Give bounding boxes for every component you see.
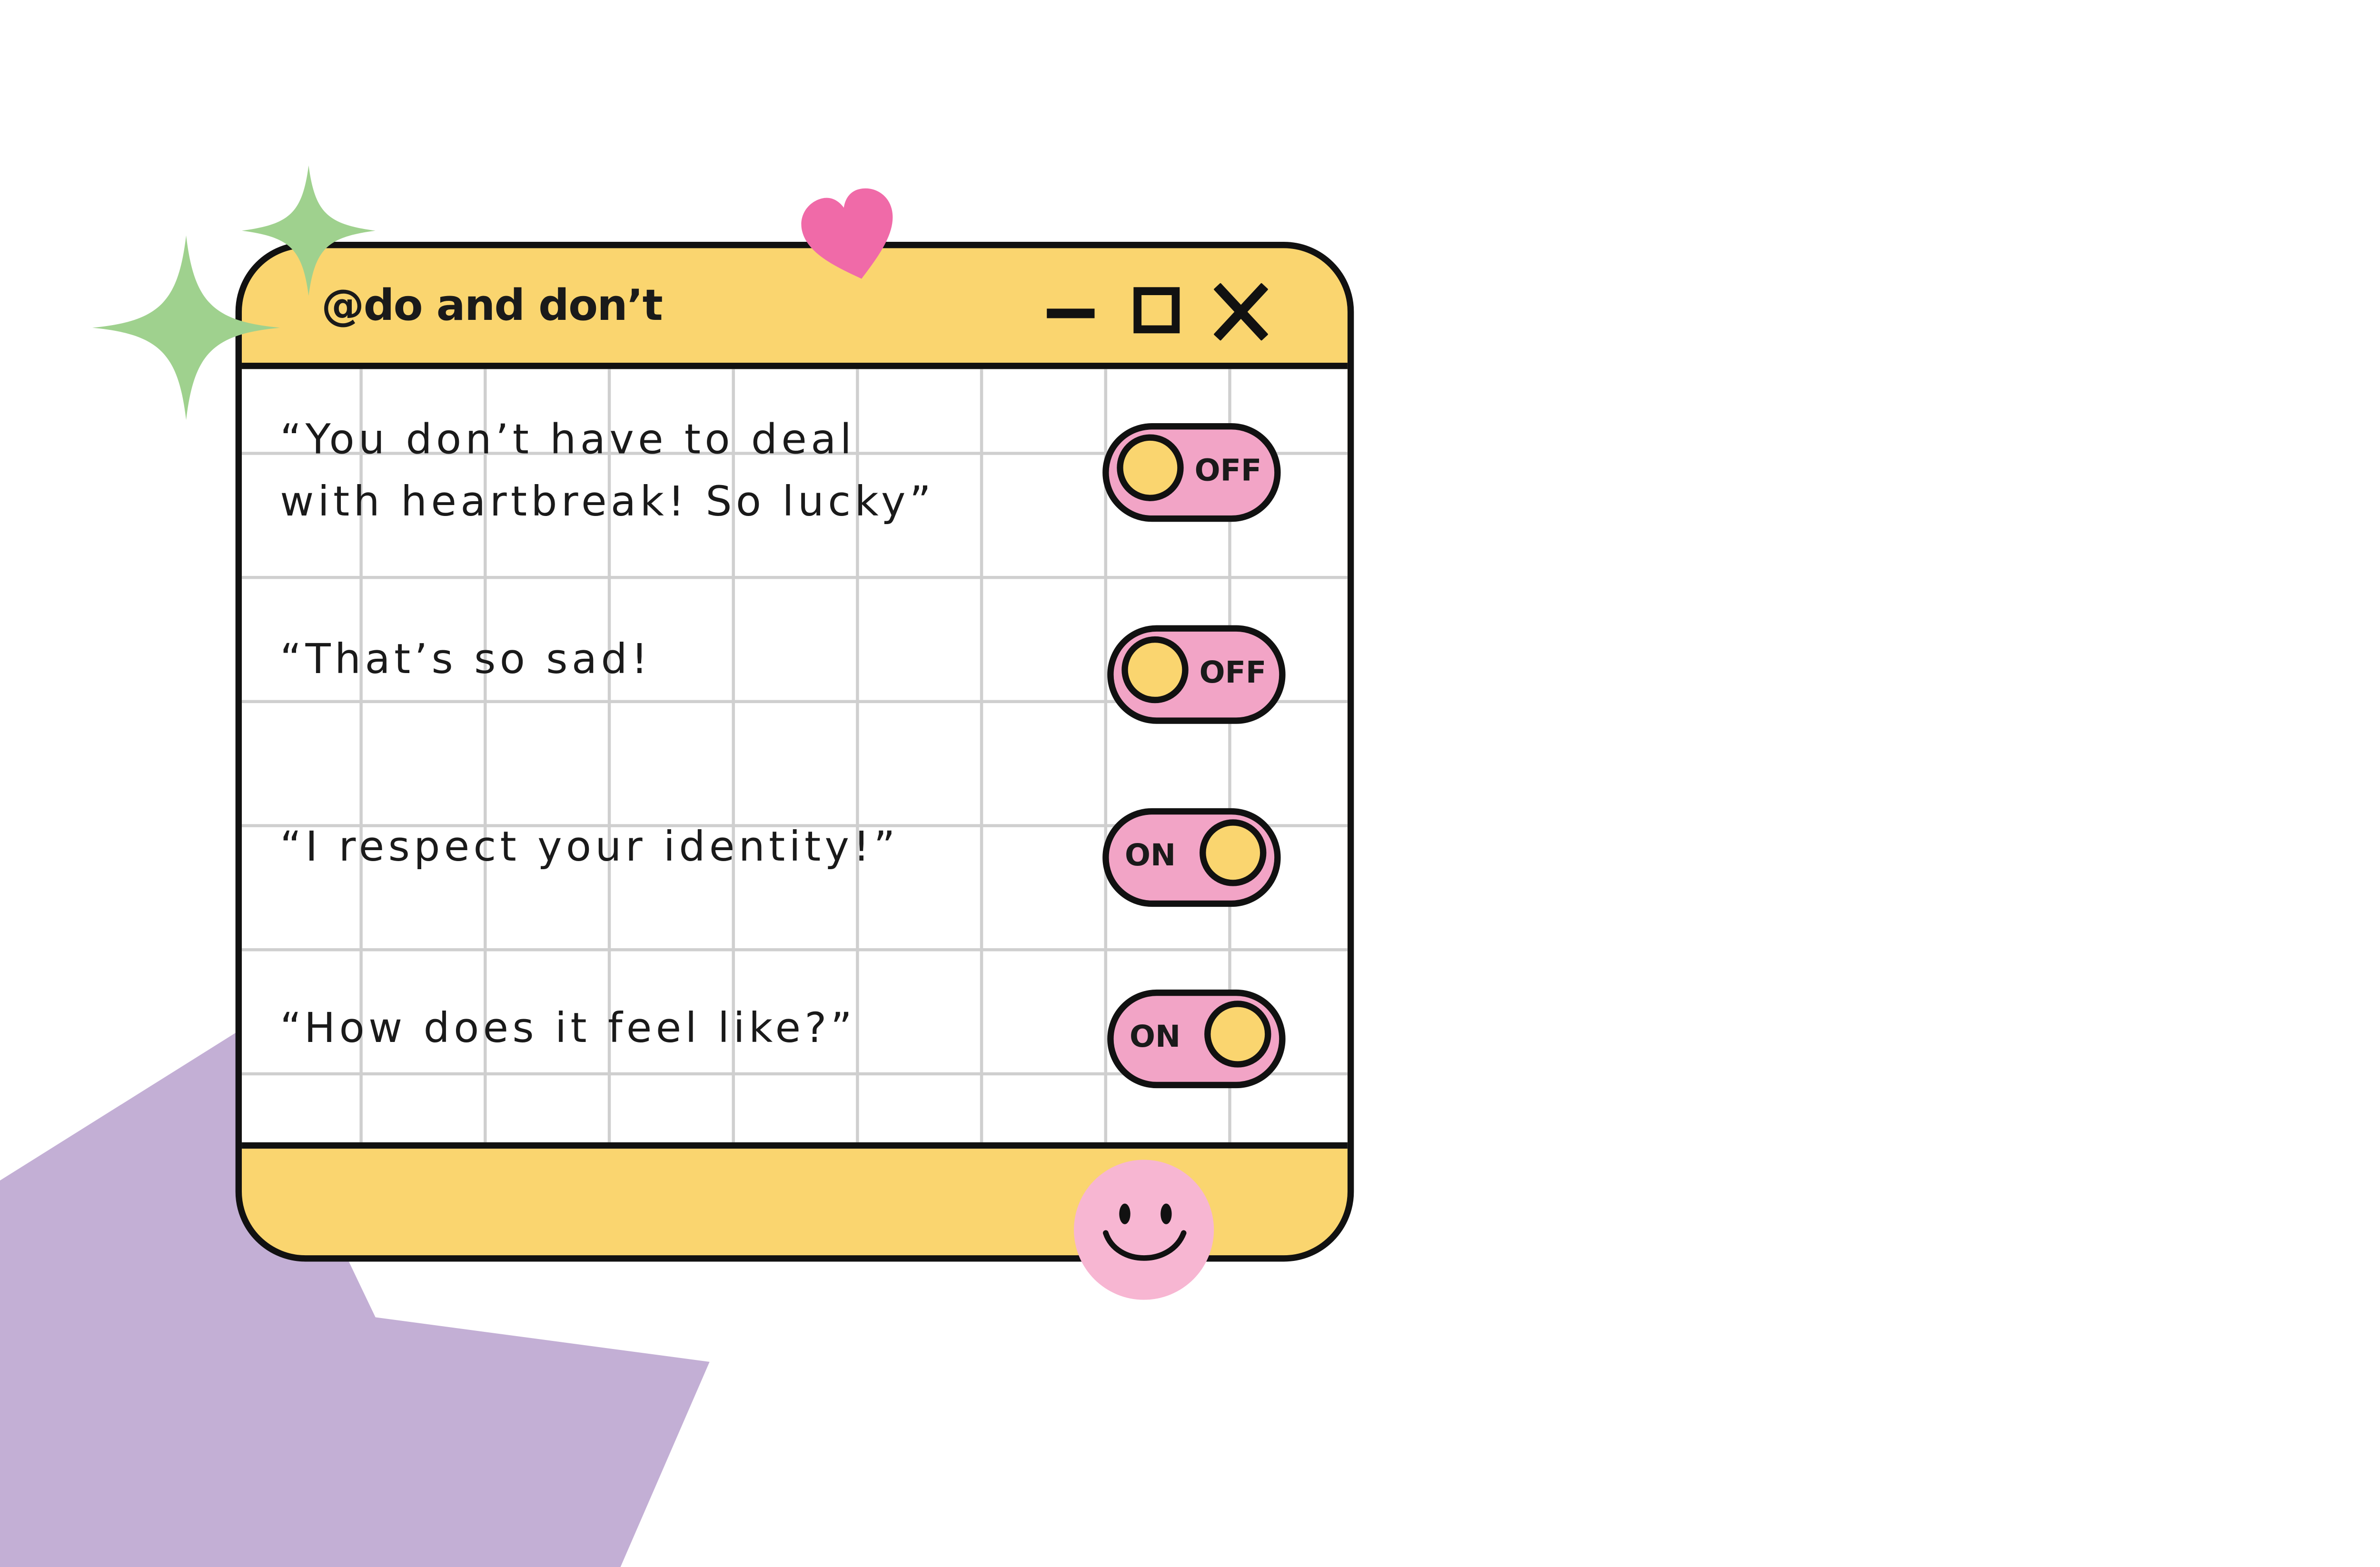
list-item: “How does it feel like?” ON: [242, 945, 1348, 1142]
toggle-label: ON: [1130, 1020, 1181, 1055]
toggle-label: OFF: [1199, 655, 1267, 691]
heart-icon: [801, 188, 893, 279]
content-grid: “You don’t have to deal with heartbreak!…: [242, 369, 1348, 1149]
row-text: “You don’t have to deal with heartbreak!…: [280, 417, 935, 527]
list-item: “That’s so sad! OFF: [242, 576, 1348, 764]
sparkle-icon: [242, 165, 376, 296]
toggle-knob: [1117, 434, 1184, 501]
toggle-switch[interactable]: ON: [1102, 808, 1281, 907]
maximize-icon[interactable]: [1131, 283, 1182, 340]
app-window: @do and don’t “You don’t have to deal wi…: [235, 242, 1354, 1262]
close-icon[interactable]: [1214, 283, 1268, 341]
list-item: “I respect your identity!” ON: [242, 764, 1348, 945]
toggle-switch[interactable]: OFF: [1102, 423, 1281, 522]
toggle-label: OFF: [1194, 453, 1262, 489]
canvas: @do and don’t “You don’t have to deal wi…: [0, 0, 2380, 1567]
toggle-switch[interactable]: ON: [1107, 989, 1286, 1089]
row-text: “I respect your identity!”: [280, 824, 899, 872]
toggle-switch[interactable]: OFF: [1107, 625, 1286, 724]
title-bar: @do and don’t: [242, 248, 1348, 369]
toggle-knob: [1204, 1001, 1271, 1068]
row-text: “How does it feel like?”: [280, 1005, 856, 1053]
toggle-knob: [1121, 636, 1189, 704]
minimize-icon[interactable]: [1045, 283, 1096, 340]
toggle-knob: [1200, 819, 1267, 886]
row-text: “That’s so sad!: [280, 636, 652, 684]
list-item: “You don’t have to deal with heartbreak!…: [242, 369, 1348, 575]
smiley-face-icon: [1074, 1160, 1214, 1300]
toggle-label: ON: [1125, 838, 1176, 873]
